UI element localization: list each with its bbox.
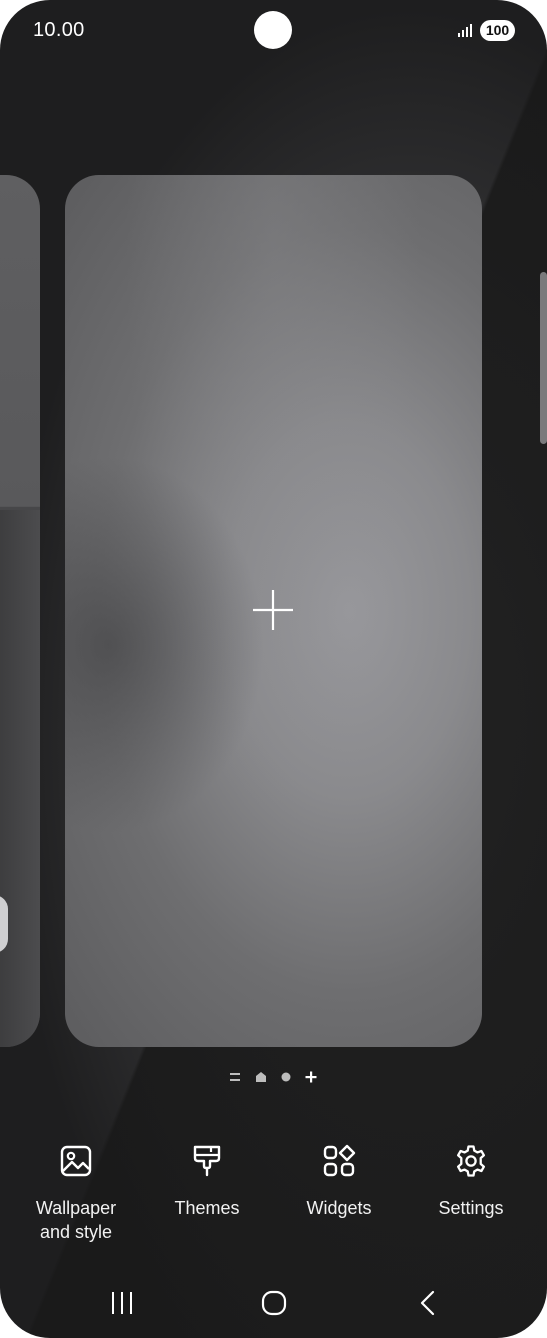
settings-label: Settings — [438, 1198, 504, 1218]
home-page-preview-left[interactable] — [0, 175, 40, 1047]
home-button[interactable] — [244, 1280, 304, 1325]
widgets-label: Widgets — [306, 1198, 372, 1218]
navigation-bar — [0, 1280, 547, 1325]
home-button-icon — [261, 1290, 287, 1316]
app-icon-peek — [0, 895, 8, 953]
widgets-button[interactable]: Widgets — [274, 1135, 404, 1220]
recents-button[interactable] — [92, 1280, 152, 1325]
status-bar: 10.00 100 — [0, 0, 547, 60]
image-icon — [60, 1145, 92, 1177]
plus-icon[interactable] — [251, 588, 295, 632]
menu-lines-icon[interactable] — [226, 1068, 244, 1086]
dot-icon[interactable] — [277, 1068, 295, 1086]
themes-button[interactable]: Themes — [142, 1135, 272, 1220]
front-camera — [254, 11, 292, 49]
themes-label: Themes — [174, 1198, 240, 1218]
widgets-grid-icon — [323, 1144, 356, 1177]
home-icon[interactable] — [252, 1068, 270, 1086]
card-shadow — [65, 455, 265, 835]
wallpaper-label-line1: Wallpaper — [35, 1198, 117, 1218]
settings-button[interactable]: Settings — [406, 1135, 536, 1220]
home-screen-edit-mode: 10.00 100 Wallpaper and style Themes Wid… — [0, 0, 547, 1338]
recents-icon — [112, 1292, 132, 1314]
edit-mode-menu: Wallpaper and style Themes Widgets Setti… — [0, 1135, 547, 1255]
gear-icon — [456, 1145, 486, 1177]
paint-brush-icon — [193, 1145, 221, 1177]
wallpaper-fade — [0, 510, 40, 1047]
back-icon — [420, 1290, 435, 1316]
edge-panel-handle[interactable] — [540, 272, 547, 444]
back-button[interactable] — [398, 1280, 458, 1325]
wallpaper-and-style-button[interactable]: Wallpaper and style — [11, 1135, 141, 1244]
signal-bars-icon — [458, 24, 472, 37]
plus-indicator-icon[interactable] — [302, 1068, 320, 1086]
battery-level: 100 — [480, 20, 515, 41]
status-time: 10.00 — [33, 19, 85, 41]
page-indicator — [226, 1068, 322, 1086]
wallpaper-label-line2: and style — [39, 1222, 113, 1242]
